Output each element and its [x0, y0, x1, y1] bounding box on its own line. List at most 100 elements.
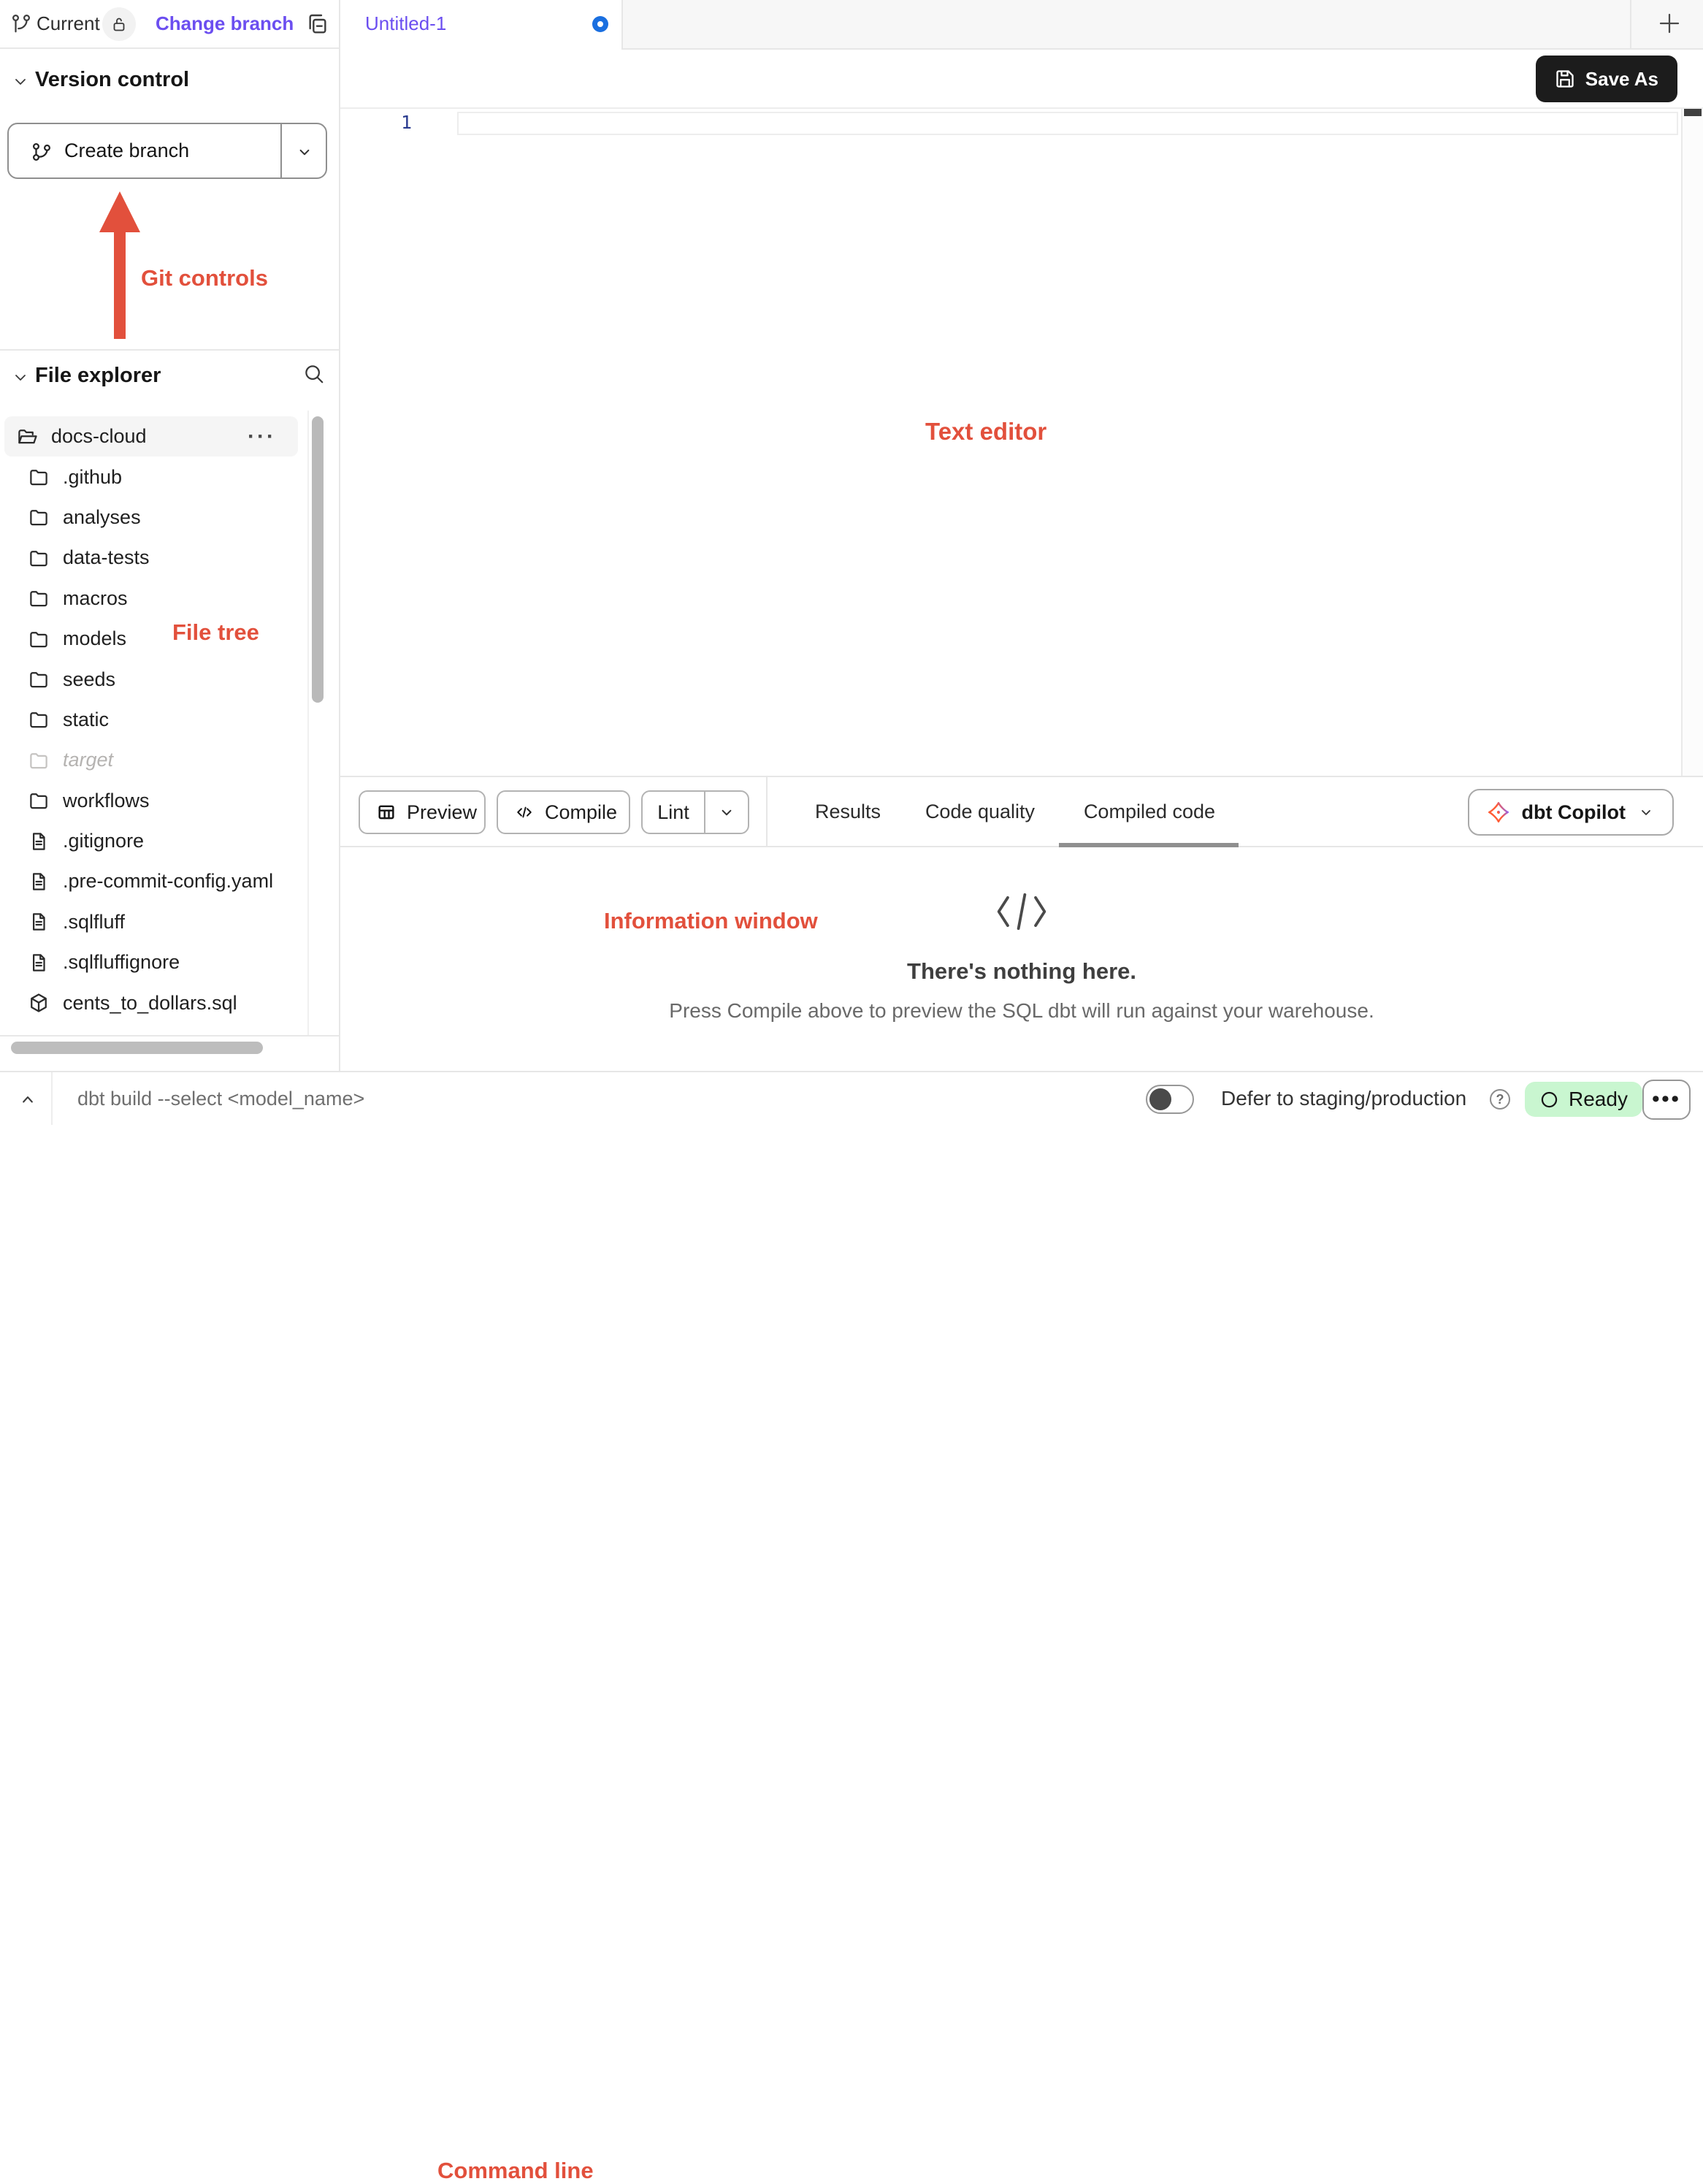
tree-item-label: .github [63, 466, 122, 489]
dbt-logo-icon [1487, 801, 1510, 824]
tree-item-docs-cloud[interactable]: docs-cloud ··· [4, 416, 298, 457]
model-icon [28, 992, 50, 1014]
file-icon [28, 831, 50, 852]
tree-item-github[interactable]: .github [0, 457, 307, 497]
editor-toolbar: Save As [340, 50, 1703, 109]
tree-item-label: static [63, 709, 109, 731]
save-as-label: Save As [1585, 68, 1658, 91]
editor-scrollbar-thumb[interactable] [1684, 109, 1702, 116]
tree-item-target[interactable]: target [0, 740, 307, 780]
tree-item-seeds[interactable]: seeds [0, 659, 307, 699]
text-editor[interactable]: 1 Text editor [340, 109, 1703, 776]
code-empty-state-icon [340, 890, 1703, 933]
tree-item-label: models [63, 627, 126, 650]
folder-icon [28, 506, 50, 528]
more-menu-icon[interactable]: ··· [248, 416, 276, 457]
folder-icon [28, 749, 50, 771]
annotation-git-controls: Git controls [141, 265, 268, 291]
tree-item-label: docs-cloud [51, 425, 147, 448]
preview-label: Preview [407, 801, 477, 824]
tree-item-gitignore[interactable]: .gitignore [0, 821, 307, 861]
code-icon [514, 802, 535, 822]
empty-state-subtitle: Press Compile above to preview the SQL d… [340, 999, 1703, 1023]
chevron-up-icon[interactable] [18, 1089, 38, 1110]
empty-state-title: There's nothing here. [340, 958, 1703, 985]
tab-compiled-code[interactable]: Compiled code [1082, 777, 1217, 846]
create-branch-split-divider [280, 124, 282, 177]
unsaved-changes-dot [592, 16, 608, 32]
compile-label: Compile [545, 801, 617, 824]
tree-item-label: analyses [63, 506, 141, 529]
status-label: Ready [1569, 1088, 1628, 1111]
tree-item-label: .gitignore [63, 830, 144, 852]
table-icon [376, 802, 397, 822]
command-input[interactable] [77, 1072, 486, 1125]
tree-item-label: .sqlfluff [63, 911, 125, 933]
panel-toolbar: Preview Compile Lint Results Code qualit… [340, 776, 1703, 847]
tree-item-macros[interactable]: macros [0, 579, 307, 619]
file-tree-horizontal-scrollbar[interactable] [11, 1042, 263, 1054]
folder-icon [28, 587, 50, 609]
folder-icon [28, 547, 50, 569]
copy-branch-icon[interactable] [305, 12, 329, 36]
folder-open-icon [16, 426, 38, 448]
editor-tab-bar: Untitled-1 [340, 0, 1703, 50]
folder-icon [28, 668, 50, 690]
help-icon[interactable]: ? [1490, 1089, 1510, 1110]
editor-active-line[interactable] [457, 112, 1678, 135]
file-explorer-collapse-icon[interactable] [12, 369, 29, 386]
branch-lock-icon [102, 7, 136, 41]
file-tree-bottom-border [0, 1035, 339, 1036]
tree-item-models[interactable]: models [0, 619, 307, 659]
git-header: Current Change branch [0, 0, 339, 49]
tab-results[interactable]: Results [815, 777, 878, 846]
lint-dropdown-icon[interactable] [705, 792, 748, 833]
file-icon [28, 871, 50, 893]
tab-code-quality[interactable]: Code quality [925, 777, 1036, 846]
tree-item-sqlfluffignore[interactable]: .sqlfluffignore [0, 942, 307, 982]
tree-item-label: cents_to_dollars.sql [63, 992, 237, 1015]
annotation-file-tree: File tree [172, 619, 259, 646]
dbt-copilot-button[interactable]: dbt Copilot [1468, 789, 1674, 836]
file-tree-scrollbar-thumb[interactable] [312, 416, 324, 703]
save-as-button[interactable]: Save As [1536, 56, 1677, 102]
compile-button[interactable]: Compile [497, 790, 630, 834]
tree-item-label: target [63, 749, 113, 771]
lint-split-button: Lint [641, 790, 749, 834]
tree-item-workflows[interactable]: workflows [0, 781, 307, 821]
tree-item-data-tests[interactable]: data-tests [0, 538, 307, 578]
tree-item-label: .sqlfluffignore [63, 951, 180, 974]
tree-item-sqlfluff[interactable]: .sqlfluff [0, 902, 307, 942]
annotation-information-window: Information window [604, 908, 818, 934]
change-branch-link[interactable]: Change branch [156, 0, 294, 47]
line-number: 1 [370, 112, 412, 133]
folder-icon [28, 790, 50, 812]
dbt-copilot-label: dbt Copilot [1522, 801, 1626, 824]
search-icon[interactable] [303, 363, 325, 385]
panel-toolbar-divider [766, 777, 768, 846]
file-tree: docs-cloud ··· .github analyses data-testsma… [0, 416, 307, 1023]
folder-icon [28, 628, 50, 650]
sidebar: Current Change branch Version control Cr… [0, 0, 340, 1071]
information-panel: Preview Compile Lint Results Code qualit… [340, 776, 1703, 1071]
tree-item-cents-to-dollars-sql[interactable]: cents_to_dollars.sql [0, 982, 307, 1023]
save-icon [1555, 69, 1575, 89]
create-branch-dropdown-icon[interactable] [295, 142, 314, 161]
tab-untitled-1[interactable]: Untitled-1 [340, 0, 623, 50]
defer-toggle[interactable] [1146, 1085, 1194, 1114]
tree-item-pre-commit-config-yaml[interactable]: .pre-commit-config.yaml [0, 861, 307, 901]
preview-button[interactable]: Preview [359, 790, 486, 834]
information-window: There's nothing here. Press Compile abov… [340, 847, 1703, 1071]
tree-item-analyses[interactable]: analyses [0, 497, 307, 538]
create-branch-icon [31, 141, 53, 163]
file-explorer-title: File explorer [35, 364, 161, 388]
git-controls-arrow-stem [114, 229, 126, 339]
version-control-collapse-icon[interactable] [12, 73, 29, 91]
tree-item-static[interactable]: static [0, 700, 307, 740]
new-tab-button[interactable] [1656, 10, 1683, 37]
create-branch-button[interactable]: Create branch [7, 123, 327, 179]
version-control-title: Version control [35, 68, 189, 92]
lint-button[interactable]: Lint [643, 792, 705, 833]
git-controls-arrow [99, 191, 140, 232]
more-options-button[interactable]: ••• [1642, 1080, 1691, 1120]
